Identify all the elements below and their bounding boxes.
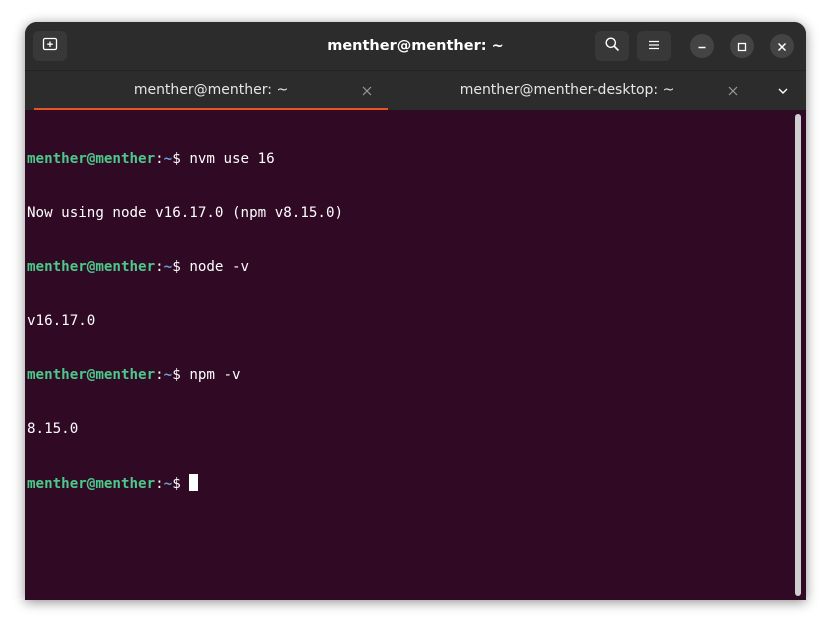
close-icon <box>777 37 787 56</box>
terminal-line: v16.17.0 <box>27 312 343 330</box>
tab-bar: menther@menther: ~ menther@menther-deskt… <box>25 70 806 111</box>
output-text: 8.15.0 <box>27 421 79 437</box>
terminal-window: menther@menther: ~ menther@menther: ~ me… <box>25 22 806 600</box>
prompt-sep: : <box>155 151 164 167</box>
terminal-line: 8.15.0 <box>27 420 343 438</box>
tab-close-button[interactable] <box>725 82 741 98</box>
maximize-button[interactable] <box>730 34 754 58</box>
terminal-line: menther@menther:~$ npm -v <box>27 366 343 384</box>
prompt-symbol: $ <box>172 259 190 275</box>
prompt-sep: : <box>155 259 164 275</box>
tab-label: menther@menther: ~ <box>133 82 289 98</box>
terminal-line: menther@menther:~$ node -v <box>27 258 343 276</box>
prompt-path: ~ <box>163 151 173 167</box>
search-icon <box>604 36 620 56</box>
main-menu-button[interactable] <box>637 31 671 61</box>
prompt-symbol: $ <box>172 367 190 383</box>
tab-close-button[interactable] <box>359 82 375 98</box>
window-title: menther@menther: ~ <box>327 38 504 54</box>
command-text: npm -v <box>189 367 241 383</box>
minimize-icon <box>697 37 707 56</box>
close-icon <box>728 81 738 100</box>
terminal-line: menther@menther:~$ <box>27 474 343 492</box>
hamburger-menu-icon <box>647 37 661 56</box>
command-text: node -v <box>189 259 250 275</box>
command-text: nvm use 16 <box>189 151 275 167</box>
prompt-sep: : <box>155 367 164 383</box>
tab-label: menther@menther-desktop: ~ <box>459 82 675 98</box>
terminal-line: menther@menther:~$ nvm use 16 <box>27 150 343 168</box>
tab-list-dropdown-button[interactable] <box>773 81 793 101</box>
tab-menther-desktop[interactable]: menther@menther-desktop: ~ <box>390 71 744 111</box>
terminal-line: Now using node v16.17.0 (npm v8.15.0) <box>27 204 343 222</box>
prompt-path: ~ <box>163 476 173 492</box>
close-icon <box>362 81 372 100</box>
prompt-path: ~ <box>163 259 173 275</box>
chevron-down-icon <box>777 82 789 101</box>
terminal-output[interactable]: menther@menther:~$ nvm use 16 Now using … <box>25 110 806 600</box>
close-window-button[interactable] <box>770 34 794 58</box>
tab-menther-local[interactable]: menther@menther: ~ <box>34 71 388 111</box>
minimize-button[interactable] <box>690 34 714 58</box>
prompt-user: menther@menther <box>27 151 156 167</box>
prompt-user: menther@menther <box>27 476 156 492</box>
prompt-user: menther@menther <box>27 259 156 275</box>
prompt-sep: : <box>155 476 164 492</box>
output-text: Now using node v16.17.0 (npm v8.15.0) <box>27 205 344 221</box>
prompt-user: menther@menther <box>27 367 156 383</box>
output-text: v16.17.0 <box>27 313 96 329</box>
search-button[interactable] <box>595 31 629 61</box>
terminal-scrollbar[interactable] <box>795 114 801 596</box>
maximize-icon <box>737 37 747 56</box>
prompt-symbol: $ <box>172 151 190 167</box>
terminal-lines: menther@menther:~$ nvm use 16 Now using … <box>27 114 343 528</box>
text-cursor <box>189 474 199 491</box>
prompt-symbol: $ <box>172 476 190 492</box>
prompt-path: ~ <box>163 367 173 383</box>
title-bar: menther@menther: ~ <box>25 22 806 70</box>
